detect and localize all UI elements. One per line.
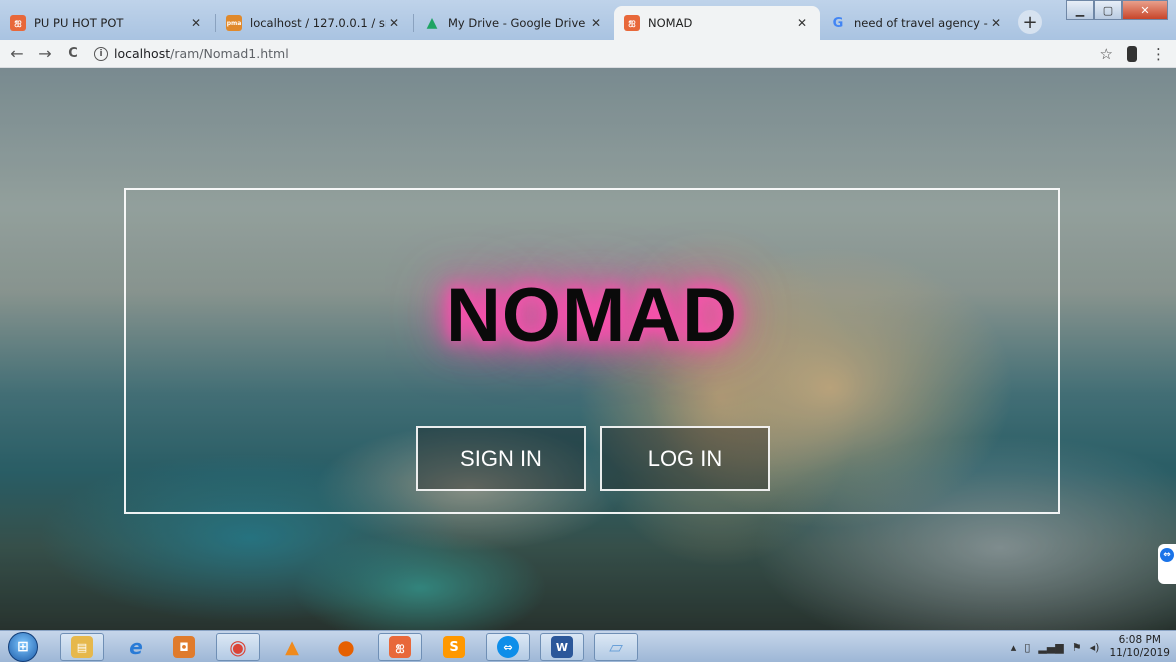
- taskbar-xampp[interactable]: ஐ: [378, 633, 422, 661]
- clock[interactable]: 6:08 PM 11/10/2019: [1109, 634, 1170, 660]
- sign-in-button[interactable]: SIGN IN: [416, 426, 586, 491]
- tab-google-drive[interactable]: ▲ My Drive - Google Drive ✕: [414, 6, 614, 40]
- flag-icon[interactable]: ⚑: [1072, 641, 1082, 654]
- browser-tab-strip: ஐ PU PU HOT POT ✕ pma localhost / 127.0.…: [0, 0, 1176, 40]
- device-icon[interactable]: ▯: [1024, 641, 1030, 654]
- system-tray: ▴ ▯ ▂▄▆ ⚑ ◂) 6:08 PM 11/10/2019: [1003, 631, 1170, 662]
- back-button[interactable]: ←: [6, 43, 28, 65]
- tab-google-search[interactable]: G need of travel agency - Google ✕: [820, 6, 1014, 40]
- bookmark-star-icon[interactable]: ☆: [1100, 45, 1113, 63]
- menu-icon[interactable]: ⋮: [1151, 45, 1166, 63]
- clock-time: 6:08 PM: [1118, 634, 1161, 646]
- google-drive-icon: ▲: [426, 15, 438, 31]
- clock-date: 11/10/2019: [1109, 647, 1170, 659]
- folder-icon: ▤: [71, 636, 93, 658]
- toolbar-actions: ☆ ⋮: [1086, 45, 1166, 63]
- tab-title: NOMAD: [648, 16, 693, 30]
- tab-pu-pu-hot-pot[interactable]: ஐ PU PU HOT POT ✕: [0, 6, 214, 40]
- new-tab-button[interactable]: +: [1018, 10, 1042, 34]
- chrome-icon: ◉: [229, 635, 247, 659]
- url-host: localhost: [114, 46, 171, 61]
- taskbar-word[interactable]: W: [540, 633, 584, 661]
- taskbar-chrome[interactable]: ◉: [216, 633, 260, 661]
- tab-title: need of travel agency - Google: [854, 16, 988, 30]
- info-icon[interactable]: i: [94, 46, 108, 61]
- tab-nomad[interactable]: ஐ NOMAD ✕: [614, 6, 820, 40]
- browser-toolbar: ← → C i localhost/ram/Nomad1.html ☆ ⋮: [0, 40, 1176, 68]
- media-player-icon: ◘: [173, 636, 195, 658]
- vlc-icon: ▲: [285, 636, 299, 658]
- word-icon: W: [551, 636, 573, 658]
- firefox-icon: ●: [337, 635, 355, 659]
- teamviewer-icon: ⇔: [497, 636, 519, 658]
- close-tab-icon[interactable]: ✕: [386, 16, 402, 30]
- tab-title: PU PU HOT POT: [34, 16, 124, 30]
- taskbar-teamviewer[interactable]: ⇔: [486, 633, 530, 661]
- show-hidden-icons-icon[interactable]: ▴: [1011, 641, 1017, 654]
- taskbar-firefox[interactable]: ●: [324, 633, 368, 661]
- extension-icon[interactable]: [1127, 45, 1137, 62]
- close-tab-icon[interactable]: ✕: [588, 16, 604, 30]
- sublime-text-icon: S: [443, 636, 465, 658]
- maximize-button[interactable]: ▢: [1094, 0, 1122, 20]
- tab-phpmyadmin[interactable]: pma localhost / 127.0.0.1 / srishti / fo…: [216, 6, 412, 40]
- xampp-icon: ஐ: [10, 15, 26, 31]
- taskbar-internet-explorer[interactable]: e: [114, 633, 158, 661]
- address-bar[interactable]: i localhost/ram/Nomad1.html: [94, 42, 1086, 66]
- notes-icon: ▱: [609, 636, 623, 658]
- phpmyadmin-icon: pma: [226, 15, 242, 31]
- minimize-button[interactable]: ▁: [1066, 0, 1094, 20]
- teamviewer-float-tab[interactable]: ⇔: [1158, 544, 1176, 584]
- log-in-button[interactable]: LOG IN: [600, 426, 770, 491]
- taskbar-explorer[interactable]: ▤: [60, 633, 104, 661]
- internet-explorer-icon: e: [129, 635, 143, 659]
- xampp-icon: ஐ: [389, 636, 411, 658]
- window-controls: ▁ ▢ ✕: [1066, 0, 1168, 20]
- close-window-button[interactable]: ✕: [1122, 0, 1168, 20]
- taskbar-notes[interactable]: ▱: [594, 633, 638, 661]
- start-button[interactable]: ⊞: [8, 632, 38, 662]
- taskbar-vlc[interactable]: ▲: [270, 633, 314, 661]
- google-icon: G: [832, 15, 844, 31]
- teamviewer-icon: ⇔: [1160, 548, 1174, 562]
- windows-taskbar: ⊞ ▤ e ◘ ◉ ▲ ● ஐ S ⇔ W ▱ ▴ ▯ ▂▄▆ ⚑ ◂) 6:0…: [0, 630, 1176, 662]
- close-tab-icon[interactable]: ✕: [794, 16, 810, 30]
- close-tab-icon[interactable]: ✕: [988, 16, 1004, 30]
- taskbar-sublime[interactable]: S: [432, 633, 476, 661]
- reload-button[interactable]: C: [62, 43, 84, 65]
- taskbar-media[interactable]: ◘: [162, 633, 206, 661]
- network-icon[interactable]: ▂▄▆: [1038, 641, 1063, 654]
- xampp-icon: ஐ: [624, 15, 640, 31]
- forward-button[interactable]: →: [34, 43, 56, 65]
- brand-title: NOMAD: [445, 273, 739, 358]
- tab-title: My Drive - Google Drive: [448, 16, 586, 30]
- tab-title: localhost / 127.0.0.1 / srishti / fo: [250, 16, 386, 30]
- hero-frame: NOMAD SIGN IN LOG IN: [124, 188, 1060, 514]
- page-background: NOMAD SIGN IN LOG IN ⇔: [0, 68, 1176, 630]
- url-path: /ram/Nomad1.html: [170, 46, 289, 61]
- close-tab-icon[interactable]: ✕: [188, 16, 204, 30]
- volume-icon[interactable]: ◂): [1090, 641, 1100, 654]
